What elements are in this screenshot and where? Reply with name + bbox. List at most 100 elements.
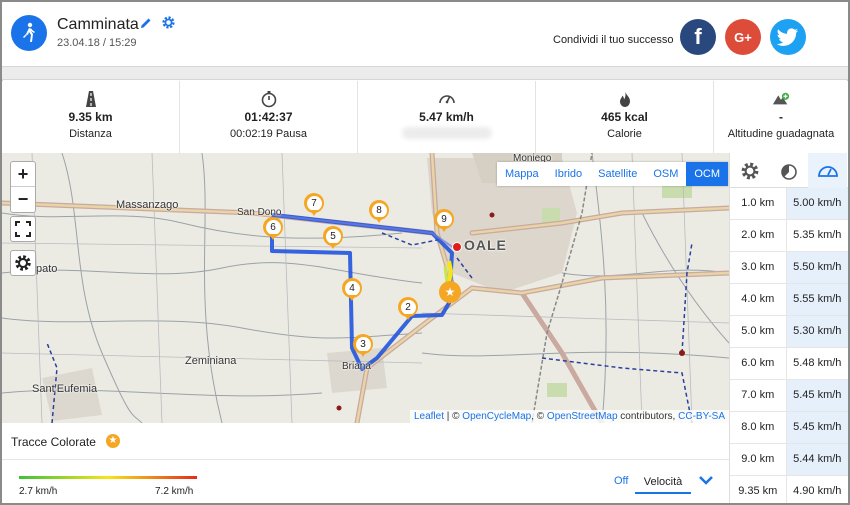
stopwatch-icon	[261, 91, 276, 108]
split-row: 9.35 km 4.90 km/h	[730, 476, 848, 503]
splits-time-tab[interactable]	[769, 153, 808, 188]
gradient-max-label: 7.2 km/h	[155, 486, 194, 497]
stat-distance: 9.35 km Distanza	[2, 81, 180, 153]
stat-speed: 5.47 km/h	[358, 81, 536, 153]
gradient-min-label: 2.7 km/h	[19, 486, 58, 497]
off-option[interactable]: Off	[614, 475, 628, 487]
split-speed: 4.90 km/h	[785, 476, 848, 503]
split-row: 8.0 km 5.45 km/h	[730, 412, 848, 444]
split-row: 7.0 km 5.45 km/h	[730, 380, 848, 412]
stat-value: 01:42:37	[244, 110, 293, 124]
star-icon: ★	[442, 284, 458, 300]
stat-value: 465 kcal	[601, 110, 648, 124]
speed-gradient-legend	[19, 476, 197, 479]
flame-icon	[619, 91, 630, 107]
split-row: 4.0 km 5.55 km/h	[730, 284, 848, 316]
velocity-option[interactable]: Velocità	[635, 472, 691, 494]
zoom-out-button[interactable]: −	[11, 187, 35, 212]
activity-date: 23.04.18 / 15:29	[57, 37, 137, 49]
opencyclemap-link[interactable]: OpenCycleMap	[462, 411, 531, 422]
km-marker[interactable]: 7	[304, 193, 324, 216]
km-marker[interactable]: 2	[398, 297, 418, 320]
stat-duration: 01:42:37 00:02:19 Pausa	[180, 81, 358, 153]
place-massanzago: Massanzago	[116, 199, 179, 211]
star-icon: ★	[106, 434, 120, 448]
share-label: Condividi il tuo successo	[553, 34, 674, 46]
zoom-control: + −	[10, 161, 36, 213]
km-marker[interactable]: 3	[353, 334, 373, 357]
splits-settings-tab[interactable]	[730, 153, 769, 188]
split-speed: 5.44 km/h	[785, 444, 848, 475]
colored-tracks-title: Tracce Colorate	[11, 435, 96, 449]
layer-satellite[interactable]: Satellite	[590, 162, 645, 186]
zoom-in-button[interactable]: +	[11, 162, 35, 187]
map-layer-switcher: Mappa Ibrido Satellite OSM OCM	[497, 162, 729, 186]
openstreetmap-link[interactable]: OpenStreetMap	[547, 411, 618, 422]
split-distance: 9.35 km	[738, 485, 778, 497]
layer-ibrido[interactable]: Ibrido	[547, 162, 591, 186]
activity-title: Camminata	[57, 16, 139, 33]
split-speed: 5.45 km/h	[785, 380, 848, 411]
finish-star-marker[interactable]: ★	[439, 281, 461, 304]
place-pato: pato	[36, 263, 58, 275]
split-distance: 3.0 km	[741, 261, 775, 273]
km-marker[interactable]: 9	[434, 209, 454, 232]
stat-value: 5.47 km/h	[419, 110, 474, 124]
km-marker[interactable]: 5	[323, 226, 343, 249]
map-tiles	[2, 153, 729, 423]
split-distance: 2.0 km	[741, 229, 775, 241]
layer-mappa[interactable]: Mappa	[497, 162, 547, 186]
stat-label: Distanza	[69, 128, 112, 140]
route-map[interactable]: Moniego Massanzago San Dono OALE pato Ze…	[2, 153, 729, 423]
stat-calories: 465 kcal Calorie	[536, 81, 714, 153]
stat-elevation: - Altitudine guadagnata	[714, 81, 848, 153]
splits-list: 1.0 km 5.00 km/h 2.0 km 5.35 km/h 3.0 km 5.50…	[730, 188, 848, 503]
stats-bar: 9.35 km Distanza 01:42:37 00:02:19 Pausa…	[2, 81, 848, 153]
license-link[interactable]: CC-BY-SA	[678, 411, 725, 422]
leaflet-link[interactable]: Leaflet	[414, 411, 444, 422]
split-distance: 1.0 km	[741, 197, 775, 209]
road-icon	[85, 91, 96, 107]
layer-osm[interactable]: OSM	[645, 162, 686, 186]
km-marker[interactable]: 6	[263, 217, 283, 240]
place-zeminiana: Zeminiana	[185, 355, 237, 367]
google-plus-share-button[interactable]: G+	[725, 19, 761, 55]
split-row: 1.0 km 5.00 km/h	[730, 188, 848, 220]
timer-icon	[780, 163, 797, 180]
pencil-icon[interactable]	[139, 16, 153, 30]
split-speed: 5.55 km/h	[785, 284, 848, 315]
app-window: Camminata 23.04.18 / 15:29 Condividi il …	[0, 0, 850, 505]
split-distance: 7.0 km	[741, 389, 775, 401]
place-briana: Briana	[342, 361, 371, 372]
stat-value: -	[779, 110, 783, 124]
divider	[2, 459, 729, 460]
facebook-share-button[interactable]: f	[680, 19, 716, 55]
stat-label-obscured	[401, 127, 492, 139]
split-row: 9.0 km 5.44 km/h	[730, 444, 848, 476]
mountain-up-icon	[772, 92, 790, 105]
fullscreen-button[interactable]	[10, 216, 36, 242]
chevron-down-icon[interactable]	[699, 475, 713, 485]
km-marker[interactable]: 4	[342, 278, 362, 301]
split-row: 3.0 km 5.50 km/h	[730, 252, 848, 284]
colored-tracks-panel: Tracce Colorate ★ 2.7 km/h 7.2 km/h Off …	[2, 423, 729, 503]
split-speed: 5.00 km/h	[785, 188, 848, 219]
gear-icon[interactable]	[161, 15, 176, 30]
split-row: 5.0 km 5.30 km/h	[730, 316, 848, 348]
splits-tabs	[730, 153, 848, 188]
twitter-share-button[interactable]	[770, 19, 806, 55]
km-marker[interactable]: 8	[369, 200, 389, 223]
fullscreen-icon	[15, 221, 31, 237]
splits-speed-tab[interactable]	[808, 153, 847, 188]
walking-icon	[11, 15, 47, 51]
splits-panel: 1.0 km 5.00 km/h 2.0 km 5.35 km/h 3.0 km 5.50…	[729, 153, 848, 503]
split-speed: 5.45 km/h	[785, 412, 848, 443]
gear-icon	[741, 162, 758, 179]
split-row: 2.0 km 5.35 km/h	[730, 220, 848, 252]
map-settings-button[interactable]	[10, 250, 36, 276]
activity-header: Camminata 23.04.18 / 15:29 Condividi il …	[2, 2, 848, 66]
split-speed: 5.35 km/h	[785, 220, 848, 251]
layer-ocm[interactable]: OCM	[686, 162, 729, 186]
split-row: 6.0 km 5.48 km/h	[730, 348, 848, 380]
split-distance: 9.0 km	[741, 453, 775, 465]
